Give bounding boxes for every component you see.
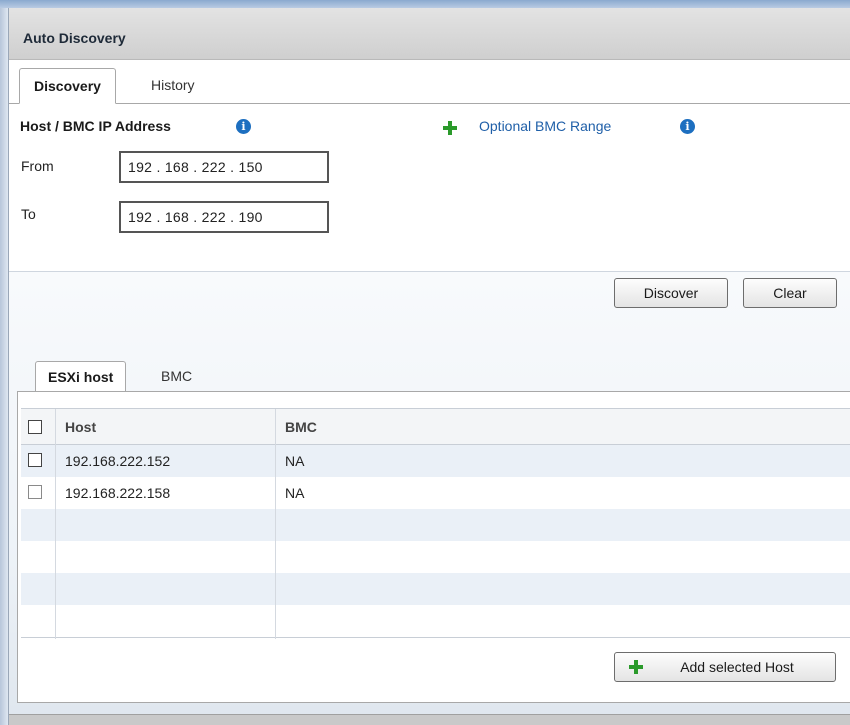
plus-icon[interactable] — [443, 121, 457, 135]
empty-row — [21, 605, 850, 638]
host-cell: 192.168.222.152 — [65, 453, 171, 469]
bmc-cell: NA — [285, 453, 305, 469]
table-header-row: Host BMC — [21, 409, 850, 445]
table-row[interactable]: 192.168.222.152 NA — [21, 445, 850, 477]
tab-esxi-host[interactable]: ESXi host — [35, 361, 127, 392]
discover-button[interactable]: Discover — [614, 278, 728, 308]
plus-icon — [629, 660, 643, 674]
table-row[interactable]: 192.168.222.158 NA — [21, 477, 850, 509]
add-selected-host-button[interactable]: Add selected Host — [614, 652, 836, 682]
column-divider — [55, 409, 56, 639]
window-bottom-strip — [9, 714, 850, 725]
ip-address-section-label: Host / BMC IP Address — [20, 118, 171, 134]
column-header-bmc: BMC — [285, 419, 317, 435]
optional-bmc-range-link[interactable]: Optional BMC Range — [479, 118, 611, 134]
clear-button[interactable]: Clear — [743, 278, 837, 308]
results-table: Host BMC 192.168.222.152 NA 192.168.222.… — [21, 408, 850, 639]
tab-discovery[interactable]: Discovery — [19, 68, 116, 104]
from-label: From — [21, 158, 54, 174]
add-selected-host-label: Add selected Host — [680, 659, 794, 675]
from-ip-input[interactable] — [119, 151, 329, 183]
tab-history[interactable]: History — [137, 68, 209, 104]
empty-row — [21, 509, 850, 541]
window-top-border — [0, 0, 850, 8]
info-icon[interactable]: i — [236, 119, 251, 134]
row-checkbox[interactable] — [28, 453, 42, 467]
results-panel: Host BMC 192.168.222.152 NA 192.168.222.… — [17, 391, 850, 703]
host-cell: 192.168.222.158 — [65, 485, 171, 501]
to-ip-input[interactable] — [119, 201, 329, 233]
window-left-edge — [0, 8, 8, 725]
empty-row — [21, 573, 850, 605]
to-label: To — [21, 206, 36, 222]
panel-title: Auto Discovery — [23, 30, 126, 46]
column-divider — [275, 409, 276, 639]
bmc-cell: NA — [285, 485, 305, 501]
select-all-checkbox[interactable] — [28, 420, 42, 434]
tab-bmc[interactable]: BMC — [149, 361, 204, 392]
column-header-host: Host — [65, 419, 97, 435]
row-checkbox[interactable] — [28, 485, 42, 499]
title-bar: Auto Discovery — [9, 8, 850, 60]
empty-row — [21, 541, 850, 573]
info-icon[interactable]: i — [680, 119, 695, 134]
main-tabbar: Discovery History — [9, 66, 850, 104]
auto-discovery-window: Auto Discovery Discovery History Host / … — [8, 8, 850, 725]
